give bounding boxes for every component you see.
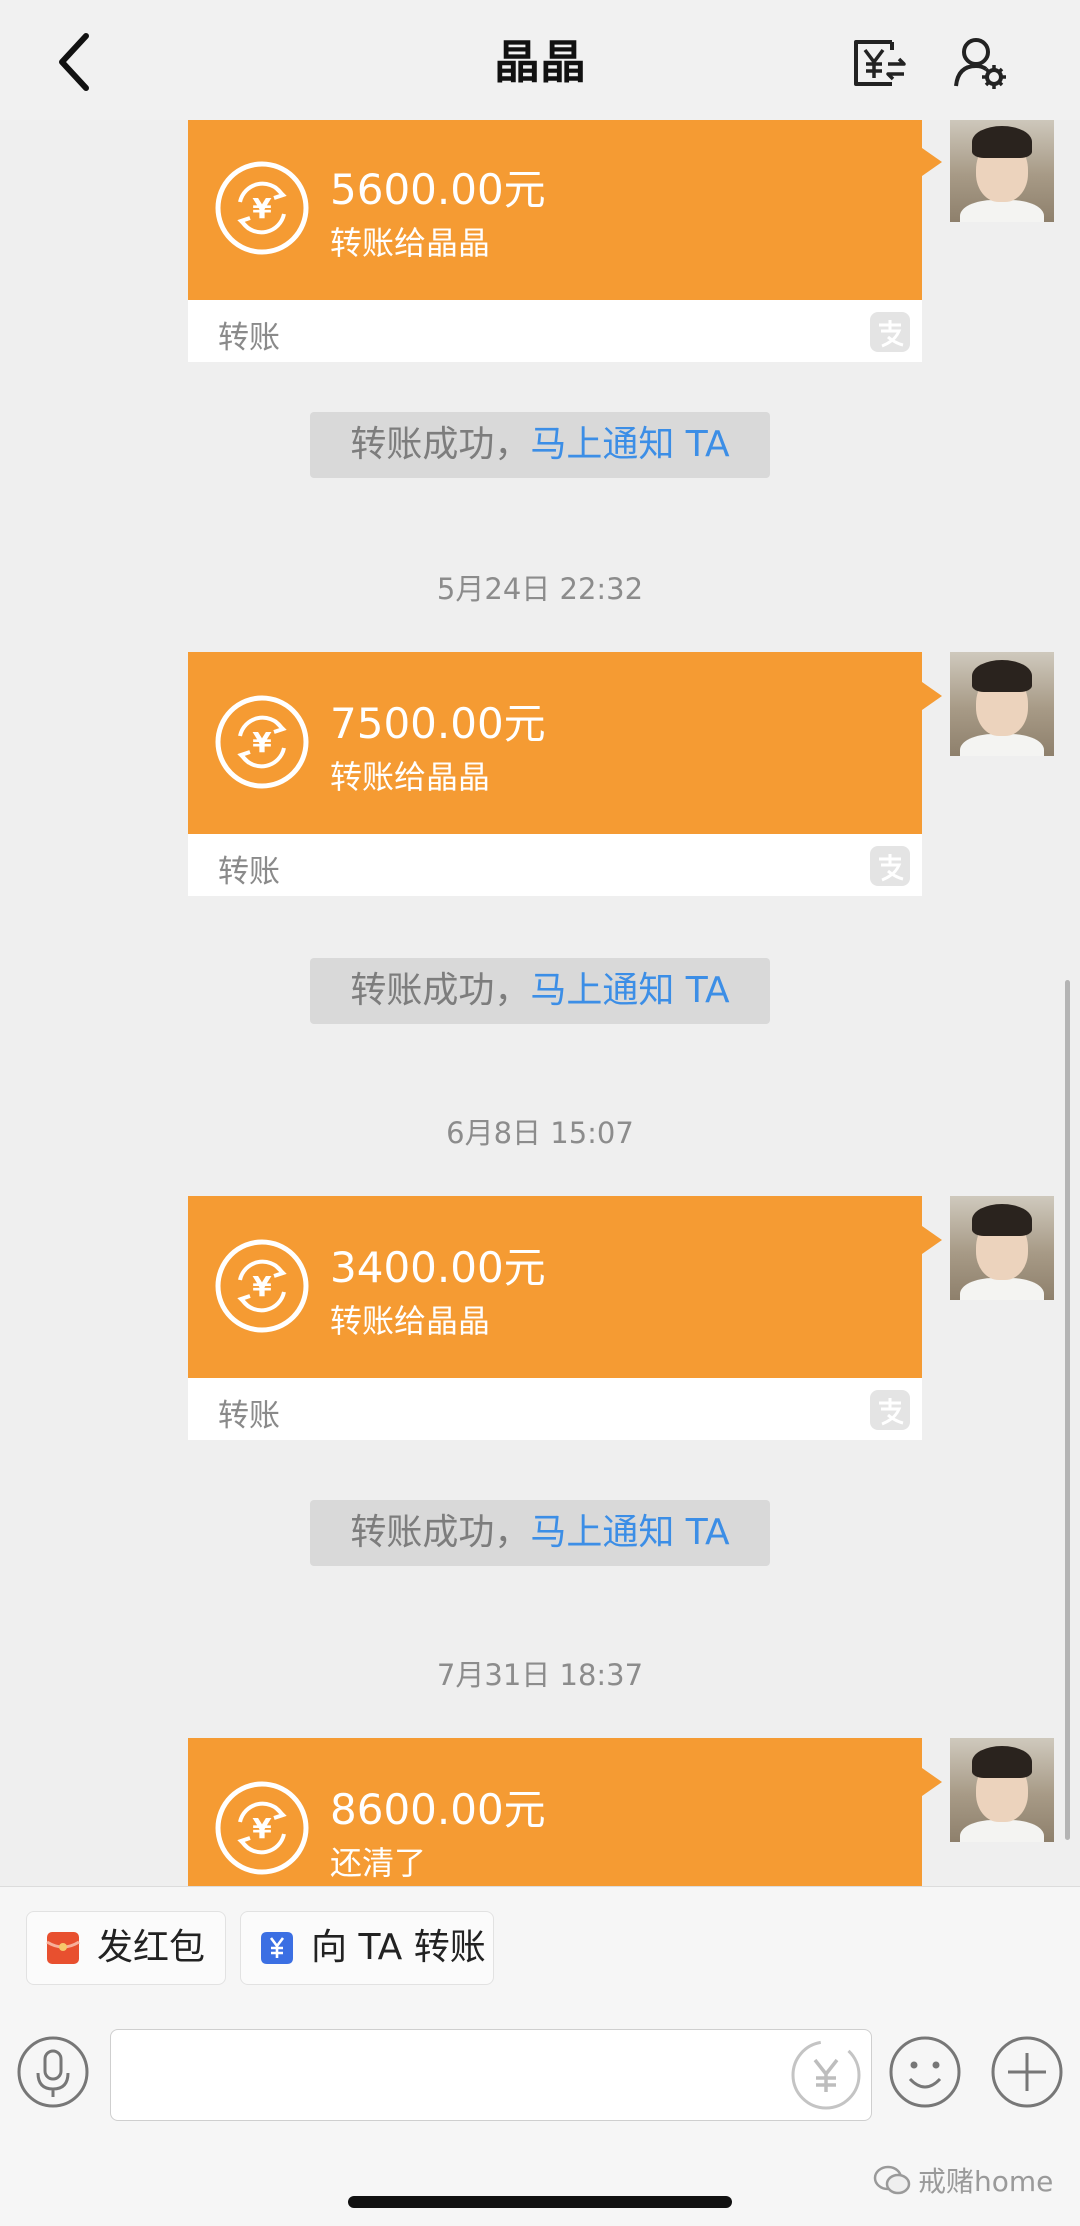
transfer-icon xyxy=(261,1932,293,1964)
alipay-logo-icon xyxy=(870,312,910,352)
notify-ta-link[interactable]: 马上通知 TA xyxy=(530,1512,729,1553)
yen-exchange-icon: ¥ xyxy=(215,161,309,255)
svg-text:¥: ¥ xyxy=(252,192,272,225)
transfer-type-label: 转账 xyxy=(218,854,280,890)
transfer-success-notice: 转账成功，马上通知 TA xyxy=(310,958,770,1024)
svg-text:¥: ¥ xyxy=(252,1270,272,1303)
message-timestamp: 6月8日 15:07 xyxy=(446,1116,634,1150)
message-input[interactable] xyxy=(110,2029,872,2121)
chat-header: 晶晶 xyxy=(0,0,1080,120)
transfer-success-notice: 转账成功，马上通知 TA xyxy=(310,1500,770,1566)
alipay-logo-icon xyxy=(870,1390,910,1430)
chat-title: 晶晶 xyxy=(494,35,586,89)
microphone-icon[interactable] xyxy=(16,2035,90,2109)
yen-exchange-icon: ¥ xyxy=(215,1239,309,1333)
yen-exchange-icon: ¥ xyxy=(215,1781,309,1875)
avatar[interactable] xyxy=(950,1738,1054,1842)
notice-text: 转账成功， xyxy=(350,970,531,1011)
transfer-note: 还清了 xyxy=(330,1844,427,1882)
transfer-message[interactable]: ¥ 8600.00元 还清了 xyxy=(188,1738,942,1888)
message-timestamp: 5月24日 22:32 xyxy=(436,572,644,606)
transfer-message[interactable]: ¥ 7500.00元 转账给晶晶 转账 xyxy=(188,652,942,896)
yen-transfer-icon[interactable] xyxy=(789,2038,863,2112)
transfer-success-notice: 转账成功，马上通知 TA xyxy=(310,412,770,478)
transfer-to-ta-button[interactable]: 向 TA 转账 xyxy=(240,1911,494,1985)
chat-area[interactable]: ¥ 5600.00元 转账给晶晶 转账 转账成功，马上通知 TA 5月24日 2… xyxy=(0,0,1080,1888)
notify-ta-link[interactable]: 马上通知 TA xyxy=(530,970,729,1011)
message-timestamp: 7月31日 18:37 xyxy=(436,1658,644,1692)
avatar[interactable] xyxy=(950,1196,1054,1300)
user-settings-icon[interactable] xyxy=(950,32,1010,92)
alipay-logo-icon xyxy=(870,846,910,886)
yen-exchange-icon: ¥ xyxy=(215,695,309,789)
transfer-message[interactable]: ¥ 3400.00元 转账给晶晶 转账 xyxy=(188,1196,942,1440)
transfer-amount: 5600.00元 xyxy=(330,165,546,214)
notice-text: 转账成功， xyxy=(350,1512,531,1553)
red-packet-icon xyxy=(46,1932,80,1964)
transfer-note: 转账给晶晶 xyxy=(330,1302,491,1340)
watermark-text: 戒赌home xyxy=(918,2165,1054,2198)
red-packet-label: 发红包 xyxy=(97,1927,206,1968)
transfer-amount: 3400.00元 xyxy=(330,1243,546,1292)
transfer-amount: 8600.00元 xyxy=(330,1785,546,1834)
transfer-note: 转账给晶晶 xyxy=(330,758,491,796)
avatar[interactable] xyxy=(950,652,1054,756)
transfer-amount: 7500.00元 xyxy=(330,699,546,748)
notice-text: 转账成功， xyxy=(350,424,531,465)
chat-scrollbar[interactable] xyxy=(1065,980,1070,1840)
transfer-type-label: 转账 xyxy=(218,320,280,356)
plus-icon[interactable] xyxy=(990,2035,1064,2109)
avatar[interactable] xyxy=(950,118,1054,222)
transfer-note: 转账给晶晶 xyxy=(330,224,491,262)
wechat-official-icon xyxy=(873,2165,911,2195)
transfer-message[interactable]: ¥ 5600.00元 转账给晶晶 转账 xyxy=(188,118,942,362)
send-red-packet-button[interactable]: 发红包 xyxy=(26,1911,226,1985)
transfer-record-icon[interactable] xyxy=(848,32,908,92)
transfer-to-ta-label: 向 TA 转账 xyxy=(311,1927,486,1968)
svg-text:¥: ¥ xyxy=(252,1812,272,1845)
home-indicator[interactable] xyxy=(348,2196,732,2208)
svg-text:¥: ¥ xyxy=(252,726,272,759)
notify-ta-link[interactable]: 马上通知 TA xyxy=(530,424,729,465)
transfer-type-label: 转账 xyxy=(218,1398,280,1434)
emoji-icon[interactable] xyxy=(888,2035,962,2109)
